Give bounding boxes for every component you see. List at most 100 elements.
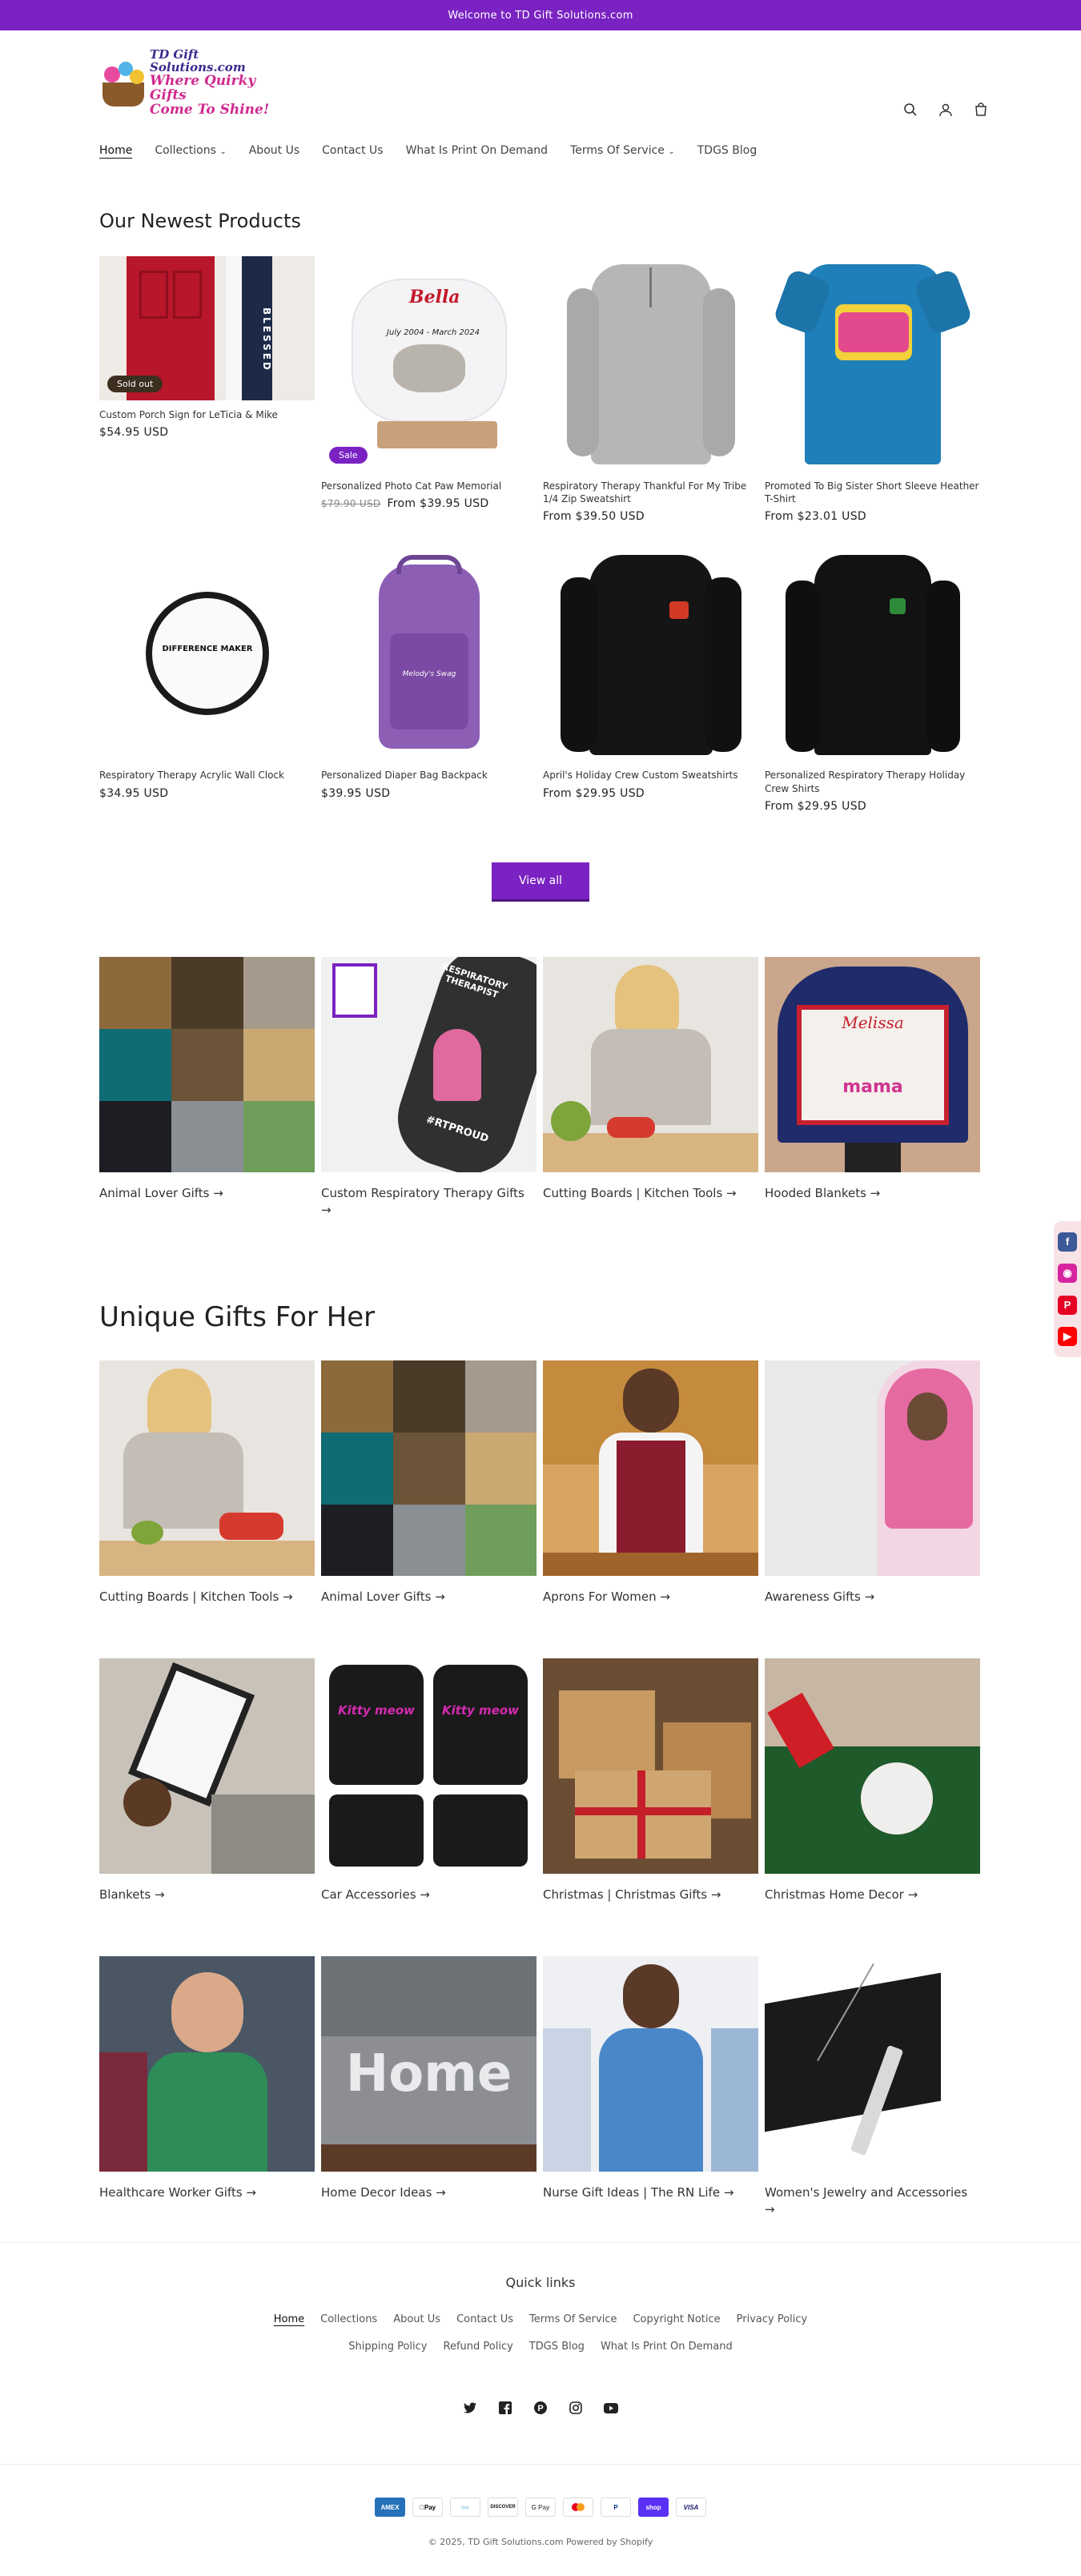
collection-card[interactable]: Home Home Decor Ideas → <box>321 1956 536 2218</box>
product-card[interactable]: DIFFERENCE MAKER Respiratory Therapy Acr… <box>99 545 315 812</box>
collection-image-blankets[interactable] <box>99 1658 315 1874</box>
collection-card[interactable]: Cutting Boards | Kitchen Tools → <box>543 957 758 1219</box>
product-title[interactable]: April's Holiday Crew Custom Sweatshirts <box>543 769 758 782</box>
collection-card[interactable]: Melissa mama Hooded Blankets → <box>765 957 980 1219</box>
collection-card[interactable]: Healthcare Worker Gifts → <box>99 1956 315 2218</box>
collection-image-aprons[interactable] <box>543 1360 758 1576</box>
collection-label[interactable]: Animal Lover Gifts → <box>99 1185 315 1202</box>
product-image-zip-sweatshirt[interactable] <box>543 256 758 472</box>
collection-label[interactable]: Women's Jewelry and Accessories → <box>765 2184 980 2218</box>
collection-label[interactable]: Awareness Gifts → <box>765 1589 980 1605</box>
instagram-icon[interactable]: ◉ <box>1058 1264 1077 1284</box>
product-card[interactable]: Bella July 2004 - March 2024 Sale Person… <box>321 256 536 523</box>
collection-card[interactable]: Kitty meow Kitty meow Car Accessories → <box>321 1658 536 1903</box>
view-all-button[interactable]: View all <box>492 862 589 899</box>
collection-image-animal-lover[interactable] <box>321 1360 536 1576</box>
collection-image-respiratory-therapy[interactable]: RESPIRATORY THERAPIST #RTPROUD <box>321 957 536 1172</box>
collection-card[interactable]: Animal Lover Gifts → <box>321 1360 536 1605</box>
product-title[interactable]: Promoted To Big Sister Short Sleeve Heat… <box>765 480 980 505</box>
collection-label[interactable]: Hooded Blankets → <box>765 1185 980 1202</box>
collection-image-nurse[interactable] <box>543 1956 758 2172</box>
collection-label[interactable]: Blankets → <box>99 1887 315 1903</box>
product-image-holiday-sweatshirt[interactable] <box>543 545 758 762</box>
product-image-holiday-crew-shirt[interactable] <box>765 545 980 762</box>
facebook-icon[interactable] <box>496 2399 514 2417</box>
collection-label[interactable]: Animal Lover Gifts → <box>321 1589 536 1605</box>
collection-card[interactable]: RESPIRATORY THERAPIST #RTPROUD Custom Re… <box>321 957 536 1219</box>
collection-label[interactable]: Aprons For Women → <box>543 1589 758 1605</box>
collection-card[interactable]: Women's Jewelry and Accessories → <box>765 1956 980 2218</box>
pinterest-icon[interactable]: P <box>532 2399 549 2417</box>
product-image-porch-sign[interactable]: BLESSED Sold out <box>99 256 315 400</box>
collection-card[interactable]: Christmas | Christmas Gifts → <box>543 1658 758 1903</box>
nav-contact[interactable]: Contact Us <box>322 144 383 157</box>
collection-label[interactable]: Healthcare Worker Gifts → <box>99 2184 315 2201</box>
product-title[interactable]: Personalized Photo Cat Paw Memorial <box>321 480 536 492</box>
footer-link-blog[interactable]: TDGS Blog <box>529 2341 585 2353</box>
footer-link-shipping[interactable]: Shipping Policy <box>348 2341 427 2353</box>
footer-link-about[interactable]: About Us <box>393 2313 440 2325</box>
product-image-diaper-backpack[interactable]: Melody's Swag <box>321 545 536 762</box>
collection-image-cutting-boards[interactable] <box>99 1360 315 1576</box>
collection-card[interactable]: Blankets → <box>99 1658 315 1903</box>
nav-terms[interactable]: Terms Of Service ⌄ <box>570 144 675 157</box>
product-title[interactable]: Custom Porch Sign for LeTicia & Mike <box>99 408 315 421</box>
nav-collections[interactable]: Collections ⌄ <box>155 144 226 157</box>
footer-link-home[interactable]: Home <box>274 2313 304 2325</box>
nav-blog[interactable]: TDGS Blog <box>697 144 757 157</box>
collection-label[interactable]: Christmas Home Decor → <box>765 1887 980 1903</box>
cart-icon[interactable] <box>972 101 990 119</box>
pinterest-icon[interactable]: P <box>1058 1295 1077 1315</box>
collection-card[interactable]: Awareness Gifts → <box>765 1360 980 1605</box>
collection-image-hooded-blankets[interactable]: Melissa mama <box>765 957 980 1172</box>
collection-label[interactable]: Cutting Boards | Kitchen Tools → <box>543 1185 758 1202</box>
nav-print-on-demand[interactable]: What Is Print On Demand <box>406 144 548 157</box>
product-card[interactable]: BLESSED Sold out Custom Porch Sign for L… <box>99 256 315 523</box>
site-logo[interactable]: TD Gift Solutions.com Where Quirky Gifts… <box>99 43 291 123</box>
collection-image-awareness[interactable] <box>765 1360 980 1576</box>
search-icon[interactable] <box>902 101 919 119</box>
product-image-wall-clock[interactable]: DIFFERENCE MAKER <box>99 545 315 762</box>
product-title[interactable]: Personalized Diaper Bag Backpack <box>321 769 536 782</box>
collection-card[interactable]: Animal Lover Gifts → <box>99 957 315 1219</box>
collection-label[interactable]: Cutting Boards | Kitchen Tools → <box>99 1589 315 1605</box>
product-card[interactable]: Melody's Swag Personalized Diaper Bag Ba… <box>321 545 536 812</box>
product-title[interactable]: Personalized Respiratory Therapy Holiday… <box>765 769 980 794</box>
product-card[interactable]: Promoted To Big Sister Short Sleeve Heat… <box>765 256 980 523</box>
footer-link-collections[interactable]: Collections <box>320 2313 377 2325</box>
product-title[interactable]: Respiratory Therapy Acrylic Wall Clock <box>99 769 315 782</box>
collection-image-animal-lover[interactable] <box>99 957 315 1172</box>
product-card[interactable]: Respiratory Therapy Thankful For My Trib… <box>543 256 758 523</box>
footer-link-print-on-demand[interactable]: What Is Print On Demand <box>601 2341 733 2353</box>
collection-image-home-decor[interactable]: Home <box>321 1956 536 2172</box>
collection-image-christmas-decor[interactable] <box>765 1658 980 1874</box>
youtube-icon[interactable]: ▶ <box>1058 1327 1077 1347</box>
product-card[interactable]: April's Holiday Crew Custom Sweatshirts … <box>543 545 758 812</box>
collection-label[interactable]: Christmas | Christmas Gifts → <box>543 1887 758 1903</box>
collection-image-christmas[interactable] <box>543 1658 758 1874</box>
product-card[interactable]: Personalized Respiratory Therapy Holiday… <box>765 545 980 813</box>
collection-image-car-accessories[interactable]: Kitty meow Kitty meow <box>321 1658 536 1874</box>
nav-about[interactable]: About Us <box>249 144 299 157</box>
footer-link-contact[interactable]: Contact Us <box>456 2313 513 2325</box>
footer-link-refund[interactable]: Refund Policy <box>444 2341 513 2353</box>
collection-image-healthcare[interactable] <box>99 1956 315 2172</box>
footer-link-privacy[interactable]: Privacy Policy <box>737 2313 808 2325</box>
collection-image-jewelry[interactable] <box>765 1956 980 2172</box>
collection-label[interactable]: Car Accessories → <box>321 1887 536 1903</box>
collection-card[interactable]: Cutting Boards | Kitchen Tools → <box>99 1360 315 1605</box>
collection-label[interactable]: Home Decor Ideas → <box>321 2184 536 2201</box>
twitter-icon[interactable] <box>461 2399 479 2417</box>
footer-link-copyright[interactable]: Copyright Notice <box>633 2313 720 2325</box>
facebook-icon[interactable]: f <box>1058 1232 1077 1252</box>
footer-link-terms[interactable]: Terms Of Service <box>529 2313 617 2325</box>
youtube-icon[interactable] <box>602 2399 620 2417</box>
product-image-big-sister-tshirt[interactable] <box>765 256 980 472</box>
collection-card[interactable]: Christmas Home Decor → <box>765 1658 980 1903</box>
collection-card[interactable]: Aprons For Women → <box>543 1360 758 1605</box>
collection-label[interactable]: Custom Respiratory Therapy Gifts → <box>321 1185 536 1219</box>
collection-card[interactable]: Nurse Gift Ideas | The RN Life → <box>543 1956 758 2218</box>
collection-image-cutting-boards[interactable] <box>543 957 758 1172</box>
collection-label[interactable]: Nurse Gift Ideas | The RN Life → <box>543 2184 758 2201</box>
nav-home[interactable]: Home <box>99 144 132 157</box>
